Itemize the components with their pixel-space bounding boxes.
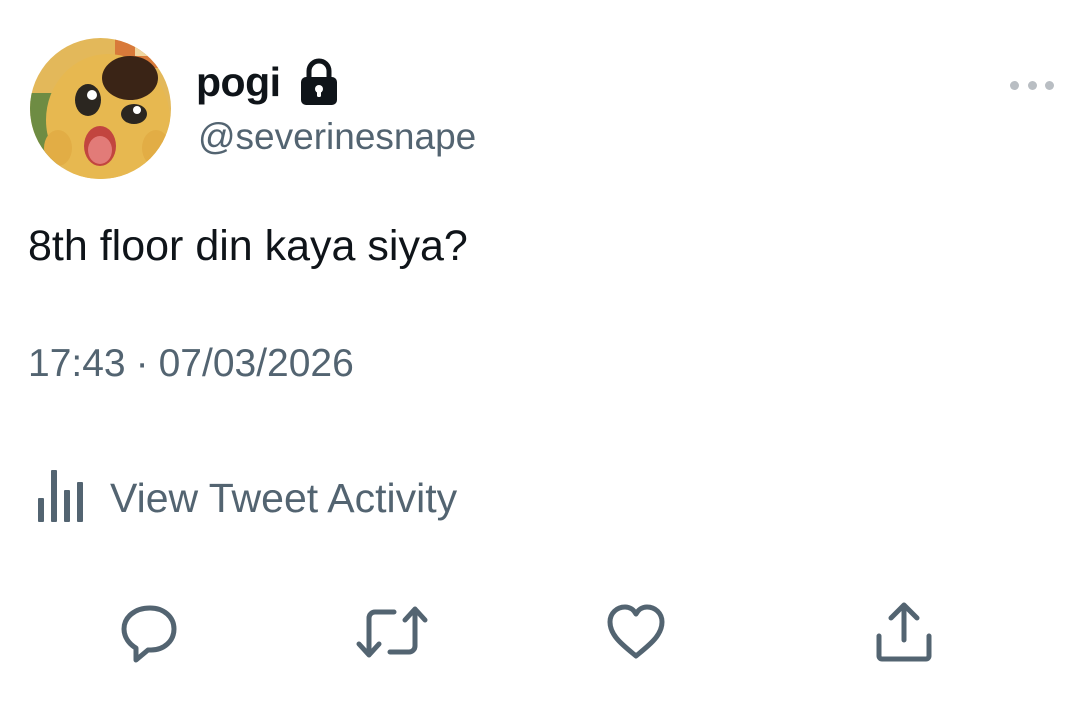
tweet-time: 17:43	[28, 342, 126, 385]
view-tweet-activity-link[interactable]: View Tweet Activity	[36, 468, 457, 529]
view-tweet-activity-label: View Tweet Activity	[110, 475, 458, 521]
tweet-text: 8th floor din kaya siya?	[28, 222, 468, 270]
more-horizontal-icon	[1045, 80, 1054, 90]
share-button[interactable]	[872, 600, 936, 664]
more-horizontal-icon	[1027, 80, 1037, 90]
avatar-image	[30, 38, 171, 179]
like-button[interactable]	[604, 600, 668, 664]
reply-button[interactable]	[118, 600, 182, 664]
tweet-date: 07/03/2026	[158, 342, 354, 385]
retweet-arrows-icon	[356, 606, 428, 658]
user-handle[interactable]: @severinesnape	[198, 116, 476, 158]
bar-chart-icon	[36, 468, 88, 529]
speech-bubble-icon	[121, 605, 177, 663]
timestamp[interactable]: 17:43 · 07/03/2026	[28, 342, 354, 386]
avatar[interactable]	[30, 38, 171, 179]
lock-icon	[299, 58, 339, 106]
tweet-card: pogi @severinesnape 8th floor din kaya s…	[0, 0, 1080, 713]
display-name-row: pogi	[196, 58, 339, 106]
upload-share-icon	[876, 602, 932, 662]
retweet-button[interactable]	[356, 600, 428, 664]
timestamp-separator: ·	[135, 342, 149, 385]
display-name[interactable]: pogi	[196, 59, 281, 106]
heart-icon	[607, 604, 665, 659]
more-horizontal-icon	[1010, 80, 1019, 90]
more-options-button[interactable]	[1008, 70, 1056, 100]
